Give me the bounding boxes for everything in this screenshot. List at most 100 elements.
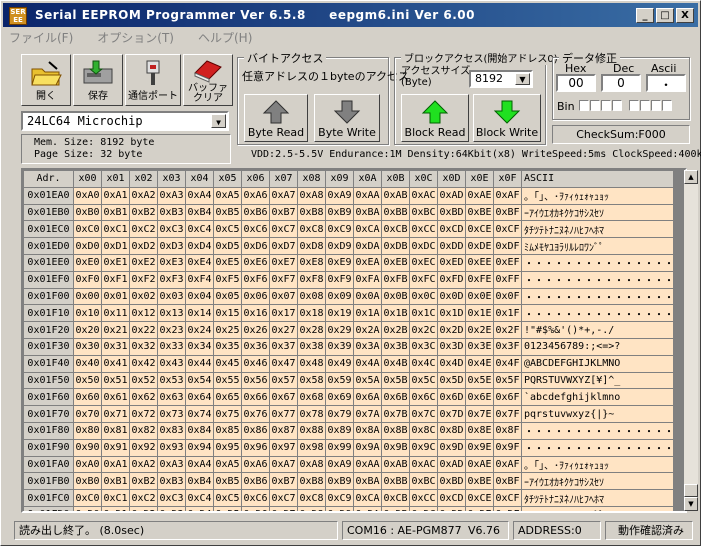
byte-cell[interactable]: 0xC1	[101, 489, 130, 507]
byte-cell[interactable]: 0xF1	[101, 270, 130, 289]
byte-cell[interactable]: 0xA1	[101, 455, 130, 474]
byte-cell[interactable]: 0x71	[101, 405, 130, 423]
byte-cell[interactable]: 0x12	[129, 304, 158, 323]
byte-cell[interactable]: 0xE3	[157, 253, 186, 272]
byte-cell[interactable]: 0xEE	[465, 253, 494, 272]
byte-cell[interactable]: 0xA9	[325, 455, 354, 474]
byte-cell[interactable]: 0x21	[101, 321, 130, 339]
byte-cell[interactable]: 0x27	[269, 321, 298, 339]
byte-cell[interactable]: 0x82	[129, 421, 158, 440]
byte-cell[interactable]: 0xB7	[269, 472, 298, 491]
minimize-button[interactable]: _	[636, 8, 654, 23]
byte-cell[interactable]: 0xD5	[213, 237, 242, 255]
byte-cell[interactable]: 0x6E	[465, 388, 494, 407]
byte-cell[interactable]: 0x63	[157, 388, 186, 407]
byte-cell[interactable]: 0x1A	[353, 304, 382, 323]
byte-cell[interactable]: 0xA3	[157, 455, 186, 474]
byte-cell[interactable]: 0x19	[325, 304, 354, 323]
byte-cell[interactable]: 0xAB	[381, 186, 410, 205]
byte-cell[interactable]: 0xFC	[409, 270, 438, 289]
byte-cell[interactable]: 0xB4	[185, 203, 214, 222]
byte-cell[interactable]: 0x49	[325, 354, 354, 373]
byte-cell[interactable]: 0xBA	[353, 472, 382, 491]
byte-cell[interactable]: 0xBE	[465, 472, 494, 491]
byte-cell[interactable]: 0x7F	[493, 405, 522, 423]
byte-cell[interactable]: 0xCA	[353, 489, 382, 507]
byte-cell[interactable]: 0x89	[325, 421, 354, 440]
byte-cell[interactable]: 0x1D	[437, 304, 466, 323]
byte-cell[interactable]: 0xE7	[269, 253, 298, 272]
table-row[interactable]: 0x01F10 0x10 0x11 0x12 0x13 0x14 0x15 0x16 0x17 0…	[23, 304, 674, 323]
byte-cell[interactable]: 0x03	[157, 287, 186, 306]
bit-checkbox[interactable]	[662, 100, 672, 111]
byte-cell[interactable]: 0x64	[185, 388, 214, 407]
byte-cell[interactable]: 0x06	[241, 287, 270, 306]
menu-file[interactable]: ファイル(F)	[5, 28, 77, 46]
byte-cell[interactable]: 0xC8	[297, 220, 326, 239]
bit-checkbox[interactable]	[612, 100, 622, 111]
table-row[interactable]: 0x01FC0 0xC0 0xC1 0xC2 0xC3 0xC4 0xC5 0xC6 0xC7 0…	[23, 489, 674, 507]
byte-cell[interactable]: 0xA5	[213, 186, 242, 205]
byte-cell[interactable]: 0x99	[325, 438, 354, 457]
byte-cell[interactable]: 0x5D	[437, 371, 466, 390]
byte-cell[interactable]: 0xC5	[213, 220, 242, 239]
byte-cell[interactable]: 0x43	[157, 354, 186, 373]
byte-cell[interactable]: 0xE8	[297, 253, 326, 272]
byte-cell[interactable]: 0xD0	[73, 505, 102, 511]
byte-write-button[interactable]: Byte Write	[314, 94, 380, 142]
byte-cell[interactable]: 0x01	[101, 287, 130, 306]
byte-cell[interactable]: 0xAC	[409, 186, 438, 205]
byte-cell[interactable]: 0xD1	[101, 505, 130, 511]
menu-help[interactable]: ヘルプ(H)	[194, 28, 256, 46]
byte-cell[interactable]: 0x8A	[353, 421, 382, 440]
byte-cell[interactable]: 0xF9	[325, 270, 354, 289]
byte-cell[interactable]: 0x23	[157, 321, 186, 339]
byte-cell[interactable]: 0x47	[269, 354, 298, 373]
byte-cell[interactable]: 0xB9	[325, 203, 354, 222]
byte-cell[interactable]: 0x1F	[493, 304, 522, 323]
byte-cell[interactable]: 0xCC	[409, 220, 438, 239]
byte-cell[interactable]: 0x7E	[465, 405, 494, 423]
byte-cell[interactable]: 0xE0	[73, 253, 102, 272]
byte-cell[interactable]: 0x6A	[353, 388, 382, 407]
byte-cell[interactable]: 0xD7	[269, 237, 298, 255]
byte-cell[interactable]: 0x2F	[493, 321, 522, 339]
byte-cell[interactable]: 0x61	[101, 388, 130, 407]
byte-cell[interactable]: 0x15	[213, 304, 242, 323]
byte-cell[interactable]: 0xAE	[465, 186, 494, 205]
byte-cell[interactable]: 0x32	[129, 337, 158, 356]
byte-cell[interactable]: 0xD9	[325, 237, 354, 255]
byte-cell[interactable]: 0xAD	[437, 455, 466, 474]
vertical-scrollbar[interactable]: ▲ ▼	[684, 170, 698, 511]
byte-cell[interactable]: 0xCE	[465, 220, 494, 239]
byte-cell[interactable]: 0xDF	[493, 237, 522, 255]
byte-cell[interactable]: 0xD5	[213, 505, 242, 511]
byte-cell[interactable]: 0x3A	[353, 337, 382, 356]
byte-cell[interactable]: 0x3C	[409, 337, 438, 356]
byte-cell[interactable]: 0x56	[241, 371, 270, 390]
byte-cell[interactable]: 0xDE	[465, 505, 494, 511]
byte-cell[interactable]: 0xE2	[129, 253, 158, 272]
byte-cell[interactable]: 0x75	[213, 405, 242, 423]
byte-cell[interactable]: 0x48	[297, 354, 326, 373]
byte-cell[interactable]: 0xFE	[465, 270, 494, 289]
table-row[interactable]: 0x01FB0 0xB0 0xB1 0xB2 0xB3 0xB4 0xB5 0xB6 0xB7 0…	[23, 472, 674, 491]
byte-cell[interactable]: 0x3D	[437, 337, 466, 356]
byte-cell[interactable]: 0x9A	[353, 438, 382, 457]
byte-cell[interactable]: 0x25	[213, 321, 242, 339]
byte-cell[interactable]: 0x69	[325, 388, 354, 407]
byte-cell[interactable]: 0x16	[241, 304, 270, 323]
byte-cell[interactable]: 0x02	[129, 287, 158, 306]
byte-cell[interactable]: 0xC4	[185, 220, 214, 239]
bit-checkbox[interactable]	[601, 100, 611, 111]
byte-cell[interactable]: 0x28	[297, 321, 326, 339]
byte-cell[interactable]: 0x9B	[381, 438, 410, 457]
hex-grid[interactable]: Adr. x00 x01 x02 x03 x04 x05 x06 x07 x08 x09 x0A x0B…	[21, 168, 687, 513]
byte-cell[interactable]: 0xB2	[129, 203, 158, 222]
byte-cell[interactable]: 0xBB	[381, 203, 410, 222]
title-bar[interactable]: SER EE Serial EEPROM Programmer Ver 6.5.8…	[3, 3, 698, 27]
byte-cell[interactable]: 0x0C	[409, 287, 438, 306]
byte-cell[interactable]: 0xBA	[353, 203, 382, 222]
byte-cell[interactable]: 0x46	[241, 354, 270, 373]
byte-cell[interactable]: 0x62	[129, 388, 158, 407]
